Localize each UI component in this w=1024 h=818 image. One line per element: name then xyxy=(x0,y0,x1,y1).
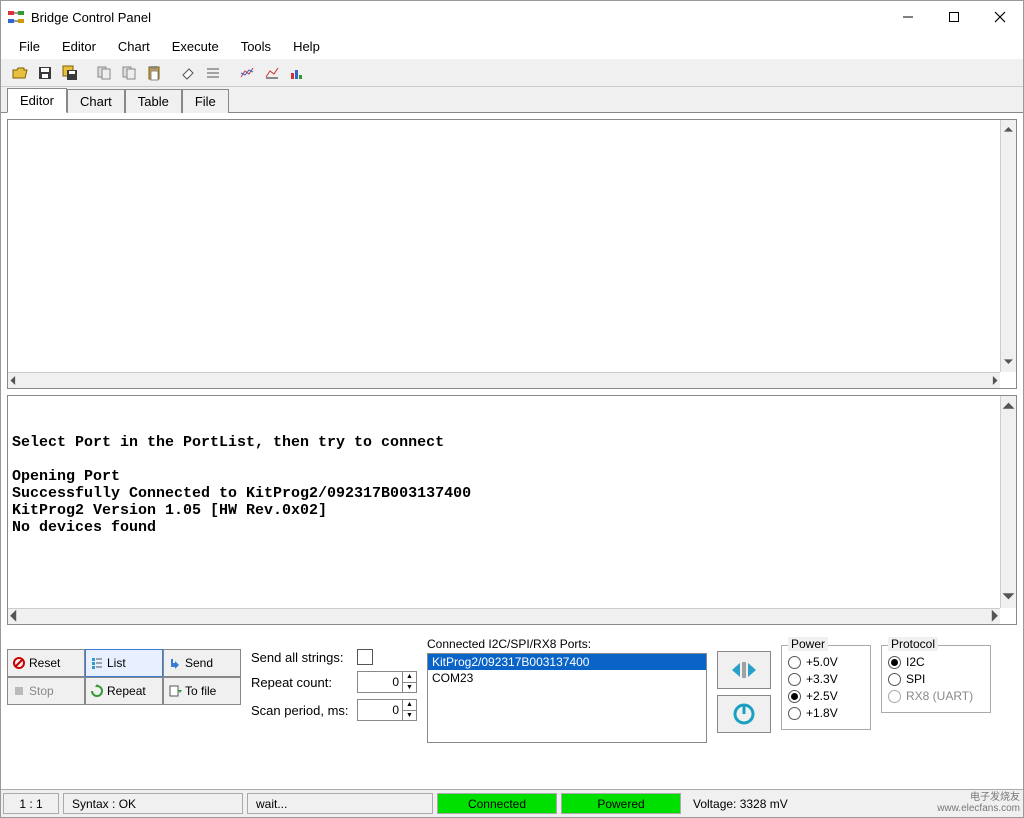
save-icon[interactable] xyxy=(34,62,56,84)
power-5v[interactable]: +5.0V xyxy=(788,655,864,669)
menu-help[interactable]: Help xyxy=(283,36,330,57)
close-button[interactable] xyxy=(977,1,1023,33)
power-2v5[interactable]: +2.5V xyxy=(788,689,864,703)
tab-chart[interactable]: Chart xyxy=(67,89,125,113)
tab-editor[interactable]: Editor xyxy=(7,88,67,113)
repeat-count-arrows[interactable]: ▲▼ xyxy=(402,672,416,692)
scan-period-label: Scan period, ms: xyxy=(251,703,351,718)
app-window: Bridge Control Panel File Editor Chart E… xyxy=(0,0,1024,818)
menu-tools[interactable]: Tools xyxy=(231,36,281,57)
editor-hscrollbar[interactable]: ⏴⏵ xyxy=(8,372,1000,388)
repeat-button[interactable]: Repeat xyxy=(85,677,163,705)
send-all-label: Send all strings: xyxy=(251,650,351,665)
reset-label: Reset xyxy=(29,656,60,670)
app-icon xyxy=(7,8,25,26)
repeat-count-label: Repeat count: xyxy=(251,675,351,690)
tofile-button[interactable]: To file xyxy=(163,677,241,705)
editor-textarea[interactable]: ⏶⏷ ⏴⏵ xyxy=(7,119,1017,389)
chart3-icon[interactable] xyxy=(286,62,308,84)
paste-icon[interactable] xyxy=(143,62,165,84)
ports-panel: Connected I2C/SPI/RX8 Ports: KitProg2/09… xyxy=(427,637,707,743)
repeat-count-value: 0 xyxy=(358,672,402,692)
repeat-label: Repeat xyxy=(107,684,146,698)
scan-period-spinner[interactable]: 0 ▲▼ xyxy=(357,699,417,721)
toolbar xyxy=(1,59,1023,87)
menu-file[interactable]: File xyxy=(9,36,50,57)
stop-button: Stop xyxy=(7,677,85,705)
status-cursor-pos: 1 : 1 xyxy=(3,793,59,814)
repeat-count-spinner[interactable]: 0 ▲▼ xyxy=(357,671,417,693)
protocol-group: Protocol I2C SPI RX8 (UART) xyxy=(881,645,991,713)
send-button[interactable]: Send xyxy=(163,649,241,677)
action-buttons: Reset List Send Stop Repeat To file xyxy=(7,649,241,705)
attribution-watermark: 电子发烧友 www.elecfans.com xyxy=(937,792,1020,814)
ports-list[interactable]: KitProg2/092317B003137400 COM23 xyxy=(427,653,707,743)
statusbar: 1 : 1 Syntax : OK wait... Connected Powe… xyxy=(1,789,1023,817)
protocol-group-title: Protocol xyxy=(888,637,938,651)
maximize-button[interactable] xyxy=(931,1,977,33)
log-output[interactable]: Select Port in the PortList, then try to… xyxy=(7,395,1017,625)
eraser-icon[interactable] xyxy=(177,62,199,84)
send-all-checkbox[interactable] xyxy=(357,649,373,665)
open-icon[interactable] xyxy=(9,62,31,84)
titlebar: Bridge Control Panel xyxy=(1,1,1023,33)
editor-vscrollbar[interactable]: ⏶⏷ xyxy=(1000,120,1016,372)
list-label: List xyxy=(107,656,126,670)
window-controls xyxy=(885,1,1023,33)
attribution-line2: www.elecfans.com xyxy=(937,803,1020,814)
stop-label: Stop xyxy=(29,684,54,698)
menu-chart[interactable]: Chart xyxy=(108,36,160,57)
menu-execute[interactable]: Execute xyxy=(162,36,229,57)
port-item-0[interactable]: KitProg2/092317B003137400 xyxy=(428,654,706,670)
controls-panel: Reset List Send Stop Repeat To file xyxy=(1,631,1023,749)
save-all-icon[interactable] xyxy=(59,62,81,84)
log-vscrollbar[interactable]: ⏶⏷ xyxy=(1000,396,1016,608)
minimize-button[interactable] xyxy=(885,1,931,33)
reset-button[interactable]: Reset xyxy=(7,649,85,677)
tab-file[interactable]: File xyxy=(182,89,229,113)
list-button[interactable]: List xyxy=(85,649,163,677)
tofile-label: To file xyxy=(185,684,216,698)
window-title: Bridge Control Panel xyxy=(31,10,885,25)
protocol-i2c[interactable]: I2C xyxy=(888,655,984,669)
chart2-icon[interactable] xyxy=(261,62,283,84)
status-wait: wait... xyxy=(247,793,433,814)
power-3v3[interactable]: +3.3V xyxy=(788,672,864,686)
port-item-1[interactable]: COM23 xyxy=(428,670,706,686)
copy-icon[interactable] xyxy=(93,62,115,84)
power-1v8[interactable]: +1.8V xyxy=(788,706,864,720)
document-tabs: Editor Chart Table File xyxy=(1,87,1023,113)
connect-port-button[interactable] xyxy=(717,651,771,689)
protocol-spi[interactable]: SPI xyxy=(888,672,984,686)
protocol-rx8: RX8 (UART) xyxy=(888,689,984,703)
power-group: Power +5.0V +3.3V +2.5V +1.8V xyxy=(781,645,871,730)
chart1-icon[interactable] xyxy=(236,62,258,84)
power-group-title: Power xyxy=(788,637,828,651)
power-toggle-button[interactable] xyxy=(717,695,771,733)
scan-period-arrows[interactable]: ▲▼ xyxy=(402,700,416,720)
log-hscrollbar[interactable]: ⏴⏵ xyxy=(8,608,1000,624)
scan-period-value: 0 xyxy=(358,700,402,720)
log-text: Select Port in the PortList, then try to… xyxy=(12,434,998,536)
menubar: File Editor Chart Execute Tools Help xyxy=(1,33,1023,59)
connect-buttons xyxy=(717,651,771,733)
status-powered: Powered xyxy=(561,793,681,814)
list-icon[interactable] xyxy=(202,62,224,84)
ports-label: Connected I2C/SPI/RX8 Ports: xyxy=(427,637,707,651)
menu-editor[interactable]: Editor xyxy=(52,36,106,57)
send-label: Send xyxy=(185,656,213,670)
status-connected: Connected xyxy=(437,793,557,814)
attribution-line1: 电子发烧友 xyxy=(937,792,1020,803)
form-options: Send all strings: Repeat count: 0 ▲▼ Sca… xyxy=(251,649,417,721)
copy2-icon[interactable] xyxy=(118,62,140,84)
status-syntax: Syntax : OK xyxy=(63,793,243,814)
tab-table[interactable]: Table xyxy=(125,89,182,113)
